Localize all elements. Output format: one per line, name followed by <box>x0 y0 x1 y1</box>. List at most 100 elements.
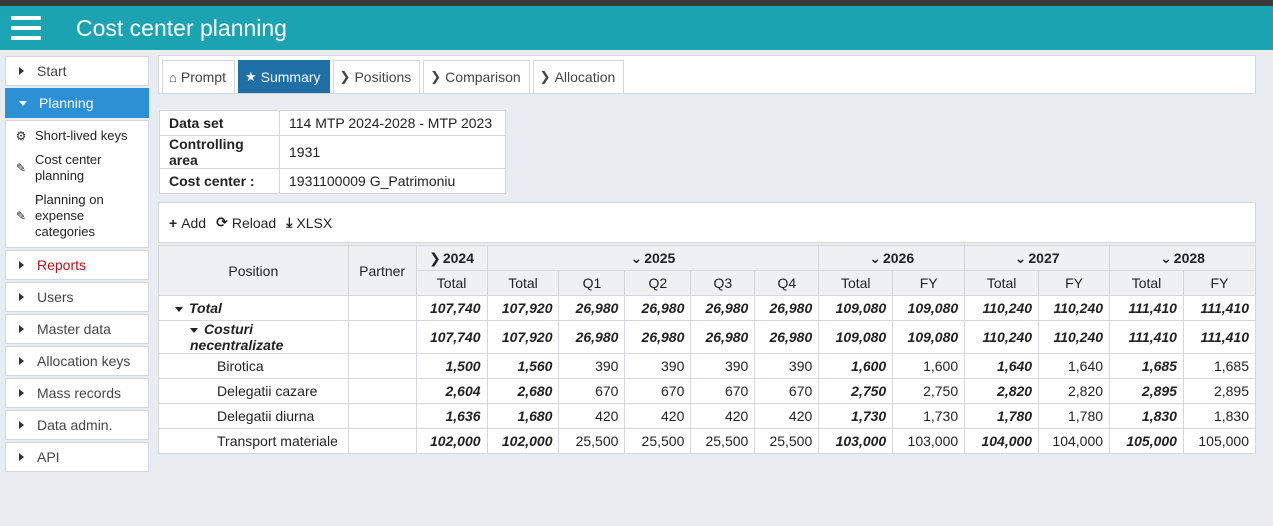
cell-value[interactable]: 1,636 <box>415 403 488 429</box>
sidebar-item-data-admin[interactable]: Data admin. <box>5 410 149 440</box>
cell-value[interactable]: 26,980 <box>754 295 820 321</box>
cell-value[interactable]: 26,980 <box>690 320 756 354</box>
cell-value[interactable]: 107,740 <box>415 320 488 354</box>
cell-value[interactable]: 390 <box>754 353 820 379</box>
tab-positions[interactable]: ❯ Positions <box>332 60 421 93</box>
cell-value[interactable]: 1,830 <box>1109 403 1184 429</box>
cell-partner[interactable] <box>347 353 417 379</box>
cell-value[interactable]: 1,680 <box>486 403 560 429</box>
cell-partner[interactable] <box>347 320 417 354</box>
cell-value[interactable]: 111,410 <box>1109 320 1184 354</box>
cell-partner[interactable] <box>347 378 417 404</box>
cell-position[interactable]: Costuri necentralizate <box>158 320 349 354</box>
cell-value[interactable]: 105,000 <box>1182 428 1257 454</box>
table-row[interactable]: Delegatii diurna 1,636 1,680 420 420 420 420 1,… <box>158 403 1257 429</box>
cell-value[interactable]: 1,640 <box>1038 353 1111 379</box>
cell-value[interactable]: 110,240 <box>964 320 1040 354</box>
cell-position[interactable]: Delegatii cazare <box>158 378 349 404</box>
cell-value[interactable]: 390 <box>690 353 756 379</box>
table-row[interactable]: Delegatii cazare 2,604 2,680 670 670 670 670 2,… <box>158 378 1257 404</box>
cell-value[interactable]: 111,410 <box>1109 295 1184 321</box>
cell-value[interactable]: 25,500 <box>558 428 626 454</box>
sidebar-item-planning[interactable]: Planning <box>5 88 149 118</box>
cell-value[interactable]: 109,080 <box>892 295 966 321</box>
cell-value[interactable]: 420 <box>558 403 626 429</box>
cell-position[interactable]: Delegatii diurna <box>158 403 349 429</box>
cell-position[interactable]: Birotica <box>158 353 349 379</box>
cell-value[interactable]: 111,410 <box>1182 320 1257 354</box>
submenu-item-short-lived-keys[interactable]: ⚙ Short-lived keys <box>6 125 148 149</box>
header-year-2025[interactable]: ⌄ 2025 <box>486 245 820 271</box>
tab-prompt[interactable]: ⌂ Prompt <box>162 60 235 93</box>
cell-value[interactable]: 107,740 <box>415 295 488 321</box>
cell-value[interactable]: 104,000 <box>1038 428 1111 454</box>
cell-value[interactable]: 670 <box>690 378 756 404</box>
header-year-2028[interactable]: ⌄ 2028 <box>1109 245 1256 271</box>
cell-value[interactable]: 104,000 <box>964 428 1040 454</box>
cell-value[interactable]: 420 <box>624 403 692 429</box>
cell-value[interactable]: 1,640 <box>964 353 1040 379</box>
cell-value[interactable]: 390 <box>558 353 626 379</box>
cell-value[interactable]: 1,500 <box>415 353 488 379</box>
cell-value[interactable]: 1,685 <box>1182 353 1257 379</box>
tab-allocation[interactable]: ❯ Allocation <box>532 60 625 93</box>
cell-value[interactable]: 26,980 <box>558 320 626 354</box>
sidebar-item-reports[interactable]: Reports <box>5 250 149 280</box>
cell-value[interactable]: 102,000 <box>415 428 488 454</box>
cell-partner[interactable] <box>347 403 417 429</box>
tab-comparison[interactable]: ❯ Comparison <box>423 60 530 93</box>
cell-value[interactable]: 420 <box>690 403 756 429</box>
add-button[interactable]: + Add <box>169 215 206 231</box>
cell-value[interactable]: 105,000 <box>1109 428 1184 454</box>
cell-value[interactable]: 103,000 <box>892 428 966 454</box>
submenu-item-planning-expense-categories[interactable]: ✎ Planning on expense categories <box>6 189 148 245</box>
cell-position[interactable]: Transport materiale <box>158 428 349 454</box>
cell-value[interactable]: 1,780 <box>1038 403 1111 429</box>
tab-summary[interactable]: ★ Summary <box>237 60 330 93</box>
cell-value[interactable]: 390 <box>624 353 692 379</box>
cell-value[interactable]: 26,980 <box>690 295 756 321</box>
sidebar-item-api[interactable]: API <box>5 442 149 472</box>
cell-value[interactable]: 670 <box>558 378 626 404</box>
cell-value[interactable]: 25,500 <box>754 428 820 454</box>
table-row[interactable]: Total 107,740 107,920 26,980 26,980 26,980 26,… <box>158 295 1257 321</box>
cell-value[interactable]: 103,000 <box>818 428 894 454</box>
cell-partner[interactable] <box>347 428 417 454</box>
cell-position[interactable]: Total <box>158 295 349 321</box>
cell-value[interactable]: 107,920 <box>486 295 560 321</box>
cell-value[interactable]: 2,820 <box>964 378 1040 404</box>
cell-partner[interactable] <box>347 295 417 321</box>
table-row[interactable]: Birotica 1,500 1,560 390 390 390 390 1,600 1,600… <box>158 353 1257 379</box>
cell-value[interactable]: 26,980 <box>754 320 820 354</box>
cell-value[interactable]: 26,980 <box>624 320 692 354</box>
cell-value[interactable]: 26,980 <box>624 295 692 321</box>
cell-value[interactable]: 670 <box>754 378 820 404</box>
cell-value[interactable]: 109,080 <box>892 320 966 354</box>
cell-value[interactable]: 420 <box>754 403 820 429</box>
cell-value[interactable]: 1,830 <box>1182 403 1257 429</box>
menu-icon[interactable] <box>11 16 41 40</box>
header-year-2027[interactable]: ⌄ 2027 <box>964 245 1111 271</box>
sidebar-item-master-data[interactable]: Master data <box>5 314 149 344</box>
cell-value[interactable]: 102,000 <box>486 428 560 454</box>
cell-value[interactable]: 2,604 <box>415 378 488 404</box>
cell-value[interactable]: 110,240 <box>1038 320 1111 354</box>
cell-value[interactable]: 2,895 <box>1182 378 1257 404</box>
cell-value[interactable]: 109,080 <box>818 295 894 321</box>
cell-value[interactable]: 107,920 <box>486 320 560 354</box>
header-year-2024[interactable]: ❯ 2024 <box>415 245 488 271</box>
cell-value[interactable]: 1,600 <box>892 353 966 379</box>
cell-value[interactable]: 1,780 <box>964 403 1040 429</box>
cell-value[interactable]: 25,500 <box>690 428 756 454</box>
sidebar-item-mass-records[interactable]: Mass records <box>5 378 149 408</box>
cell-value[interactable]: 109,080 <box>818 320 894 354</box>
sidebar-item-allocation-keys[interactable]: Allocation keys <box>5 346 149 376</box>
cell-value[interactable]: 110,240 <box>1038 295 1111 321</box>
cell-value[interactable]: 2,680 <box>486 378 560 404</box>
header-position[interactable]: Position <box>158 245 349 296</box>
expand-caret-icon[interactable] <box>175 306 183 312</box>
submenu-item-cost-center-planning[interactable]: ✎ Cost center planning <box>6 149 148 189</box>
cell-value[interactable]: 1,560 <box>486 353 560 379</box>
table-row[interactable]: Transport materiale 102,000 102,000 25,500 2… <box>158 428 1257 454</box>
cell-value[interactable]: 25,500 <box>624 428 692 454</box>
